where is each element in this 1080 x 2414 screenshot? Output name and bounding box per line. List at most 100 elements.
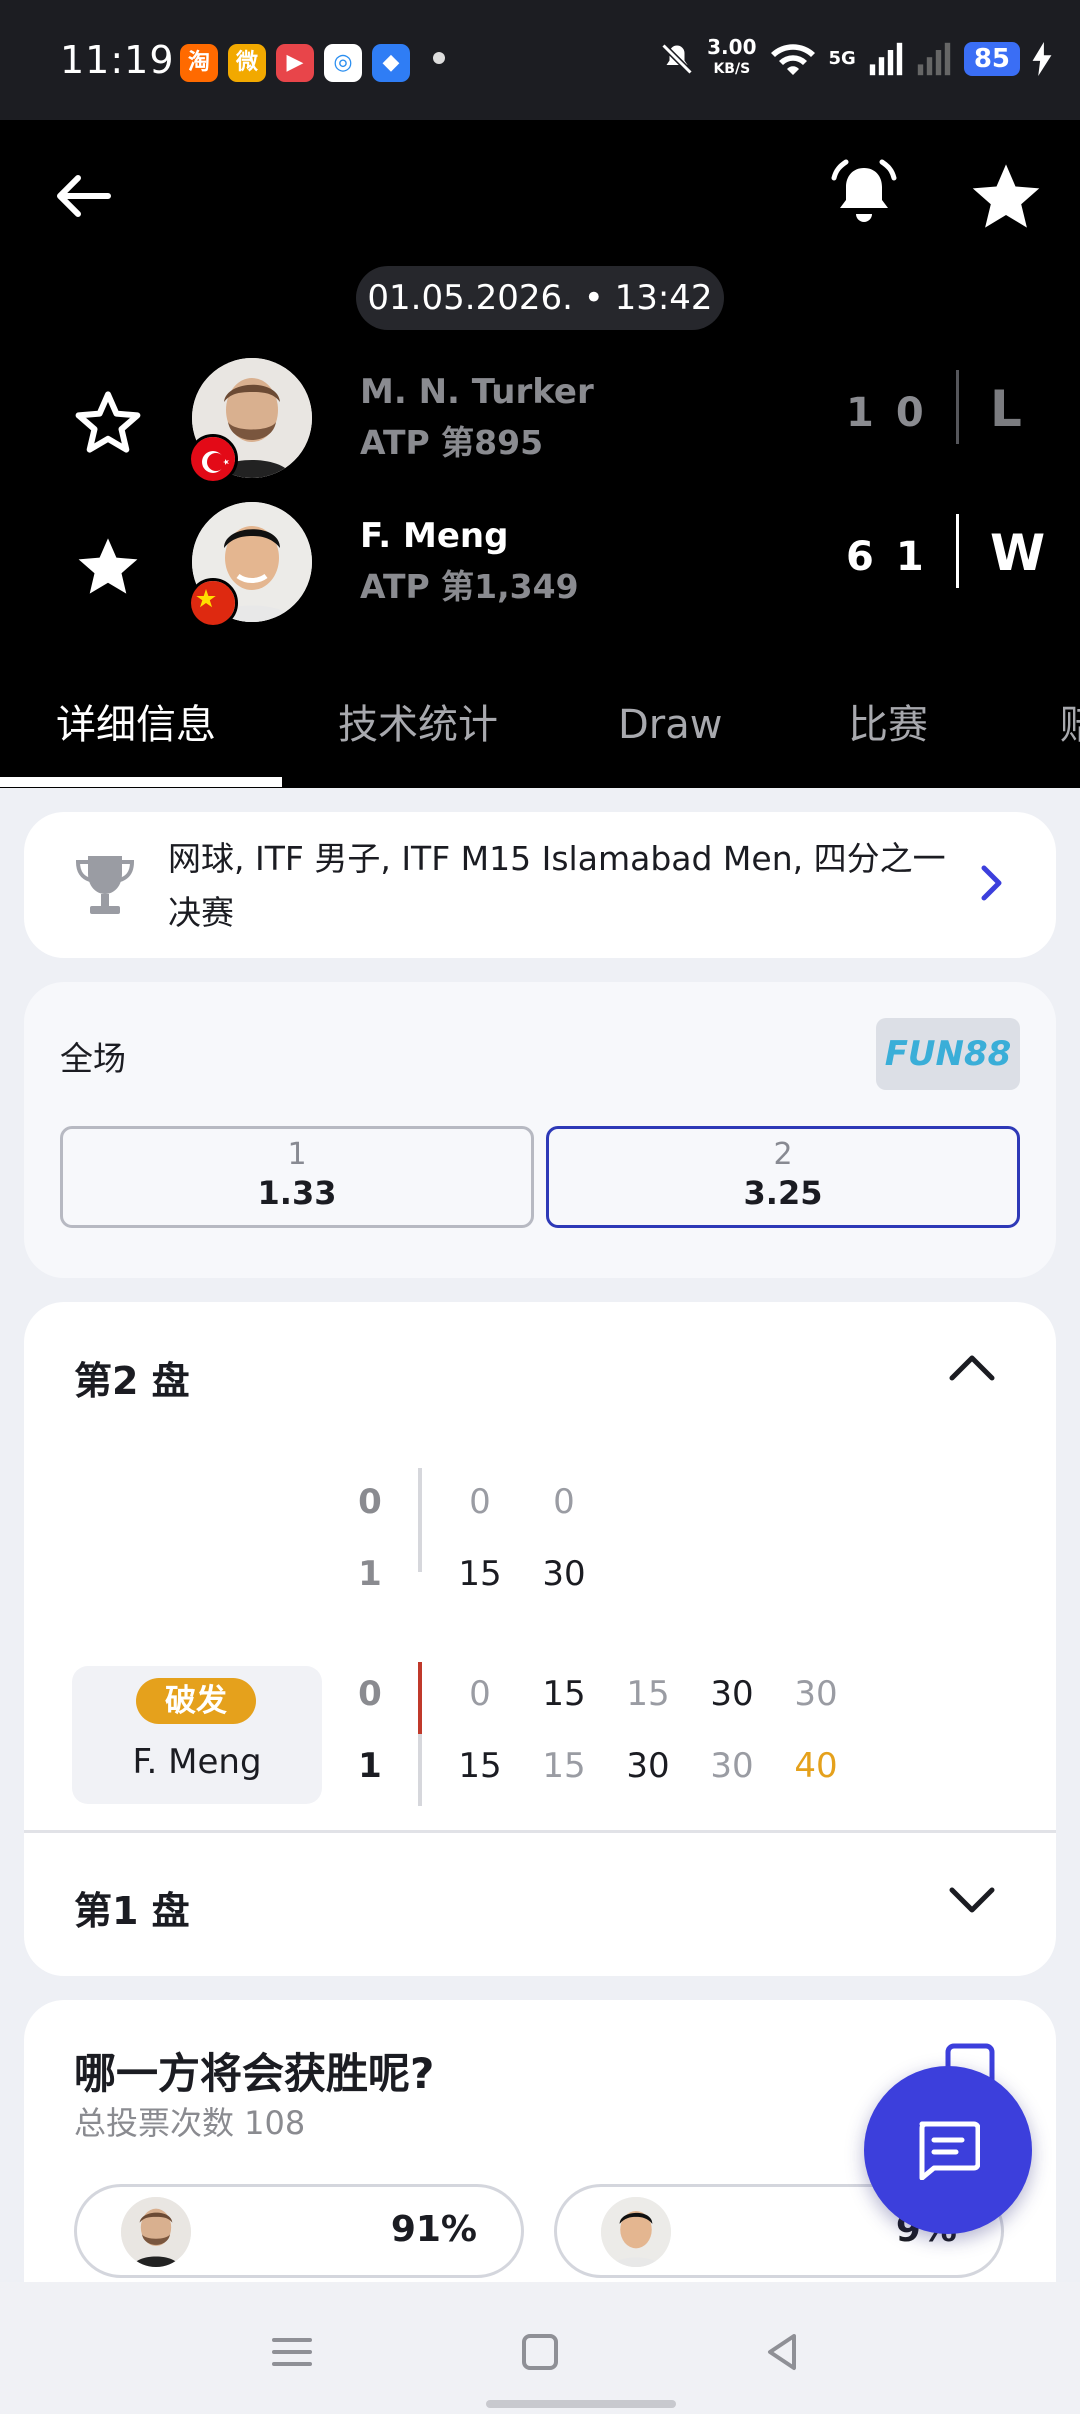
break-point-score: 40 [794, 1746, 838, 1786]
odds-key: 2 [773, 1137, 793, 1172]
player-avatar [601, 2197, 671, 2267]
tab-matches[interactable]: 比赛 [848, 675, 928, 788]
vote-option-turker[interactable]: 91% [74, 2184, 524, 2278]
system-nav-bar [0, 2282, 1080, 2414]
player-name: F. Meng [360, 516, 509, 556]
trophy-icon [75, 856, 135, 914]
odds-value: 3.25 [743, 1174, 823, 1212]
point-score: 15 [542, 1746, 586, 1786]
player-avatar [121, 2197, 191, 2267]
player-set-scores: 61 [846, 534, 946, 580]
tab-details[interactable]: 详细信息 [56, 675, 216, 788]
tab-statistics[interactable]: 技术统计 [338, 675, 498, 788]
player-name: M. N. Turker [360, 372, 594, 412]
back-triangle-icon[interactable] [754, 2322, 814, 2382]
signal-2-icon [917, 42, 951, 75]
set-2-title[interactable]: 第2 盘 [74, 1350, 190, 1405]
back-arrow-icon[interactable] [48, 160, 120, 232]
player-rank: ATP 第1,349 [360, 567, 579, 606]
chat-fab-button[interactable] [864, 2066, 1032, 2234]
game-row-bottom: 1 15 15 30 30 40 [24, 1746, 1056, 1792]
point-by-point-card: 第2 盘 0 0 0 1 15 30 破发 F. Meng 0 0 15 15 … [24, 1302, 1056, 1976]
game-row-bottom: 1 15 30 [24, 1554, 1056, 1600]
vote-total: 总投票次数 108 [74, 2104, 306, 2142]
status-time: 11:19 [60, 38, 175, 82]
active-tab-indicator [0, 777, 282, 787]
point-score: 15 [458, 1746, 502, 1786]
signal-icon [869, 42, 903, 75]
games-score: 1 [358, 1554, 382, 1594]
point-score: 0 [469, 1482, 491, 1522]
player-rank: ATP 第895 [360, 423, 544, 462]
notification-bell-icon[interactable] [826, 156, 902, 232]
point-score: 0 [469, 1674, 491, 1714]
score-divider [956, 370, 959, 444]
score-divider [956, 514, 959, 588]
player-photo-icon [601, 2197, 671, 2267]
tab-odds[interactable]: 赔 [1060, 675, 1080, 788]
network-speed: 3.00 KB/S [707, 35, 757, 77]
point-score: 30 [710, 1674, 754, 1714]
vote-percentage: 91% [390, 2209, 477, 2250]
chevron-down-icon[interactable] [940, 1868, 1004, 1932]
bookmaker-logo[interactable]: FUN88 [876, 1018, 1020, 1090]
chat-icon [919, 2121, 980, 2180]
player-row-turker[interactable]: M. N. Turker ATP 第895 10 L [0, 350, 1080, 484]
odds-market-label: 全场 [60, 1039, 126, 1078]
odds-card: 全场 FUN88 1 1.33 2 3.25 [24, 982, 1056, 1278]
games-score: 1 [358, 1746, 382, 1786]
china-flag-icon [188, 578, 238, 628]
more-notifications-dot [433, 52, 445, 64]
chevron-right-icon[interactable] [966, 858, 1016, 908]
point-score: 0 [553, 1482, 575, 1522]
home-indicator [486, 2400, 676, 2408]
favorite-star-icon[interactable] [968, 158, 1044, 234]
match-result: W [990, 524, 1046, 582]
wifi-icon [770, 43, 815, 75]
games-score: 0 [358, 1674, 382, 1714]
match-date: 01.05.2026. • 13:42 [356, 266, 724, 330]
vote-question: 哪一方将会获胜呢? [74, 2049, 435, 2098]
status-right: 3.00 KB/S 5G 85 [659, 35, 1052, 79]
player-favorite-star-outline-icon[interactable] [72, 386, 144, 458]
point-score: 15 [542, 1674, 586, 1714]
home-square-icon[interactable] [510, 2322, 570, 2382]
tab-bar: 详细信息 技术统计 Draw 比赛 赔 [0, 675, 1080, 788]
point-score: 15 [458, 1554, 502, 1594]
point-score: 30 [710, 1746, 754, 1786]
game-row-top: 0 0 0 [24, 1482, 1056, 1528]
point-score: 30 [626, 1746, 670, 1786]
charging-icon [1032, 41, 1052, 76]
point-score: 15 [626, 1674, 670, 1714]
point-score: 30 [542, 1554, 586, 1594]
turkey-flag-icon [188, 434, 238, 484]
weibo-icon: 微 [228, 44, 266, 82]
video-app-icon: ▶ [276, 44, 314, 82]
notification-icons: 淘 微 ▶ ◎ ◆ [180, 44, 410, 82]
games-score: 0 [358, 1482, 382, 1522]
menu-icon[interactable] [262, 2322, 322, 2382]
battery-level: 85 [963, 41, 1020, 76]
chevron-up-icon[interactable] [940, 1336, 1004, 1400]
game-row-top: 0 0 15 15 30 30 [24, 1674, 1056, 1720]
mute-icon [661, 42, 693, 75]
match-header: 01.05.2026. • 13:42 M. N. Turker ATP 第89… [0, 120, 1080, 788]
tournament-card[interactable]: 网球, ITF 男子, ITF M15 Islamabad Men, 四分之一决… [24, 812, 1056, 958]
player-favorite-star-filled-icon[interactable] [72, 530, 144, 602]
set-1-title[interactable]: 第1 盘 [74, 1880, 190, 1935]
tournament-info: 网球, ITF 男子, ITF M15 Islamabad Men, 四分之一决… [168, 839, 946, 932]
app-icon: ◆ [372, 44, 410, 82]
tab-draw[interactable]: Draw [618, 675, 722, 788]
match-result: L [990, 380, 1022, 438]
player-photo-icon [121, 2197, 191, 2267]
status-bar: 11:19 淘 微 ▶ ◎ ◆ 3.00 KB/S 5G 85 [0, 0, 1080, 120]
odds-button-away[interactable]: 2 3.25 [546, 1126, 1020, 1228]
odds-button-home[interactable]: 1 1.33 [60, 1126, 534, 1228]
network-type: 5G [828, 48, 856, 69]
set-separator [24, 1830, 1056, 1833]
player-row-meng[interactable]: F. Meng ATP 第1,349 61 W [0, 494, 1080, 628]
odds-value: 1.33 [257, 1174, 337, 1212]
odds-key: 1 [287, 1137, 307, 1172]
point-score: 30 [794, 1674, 838, 1714]
player-set-scores: 10 [846, 390, 946, 436]
